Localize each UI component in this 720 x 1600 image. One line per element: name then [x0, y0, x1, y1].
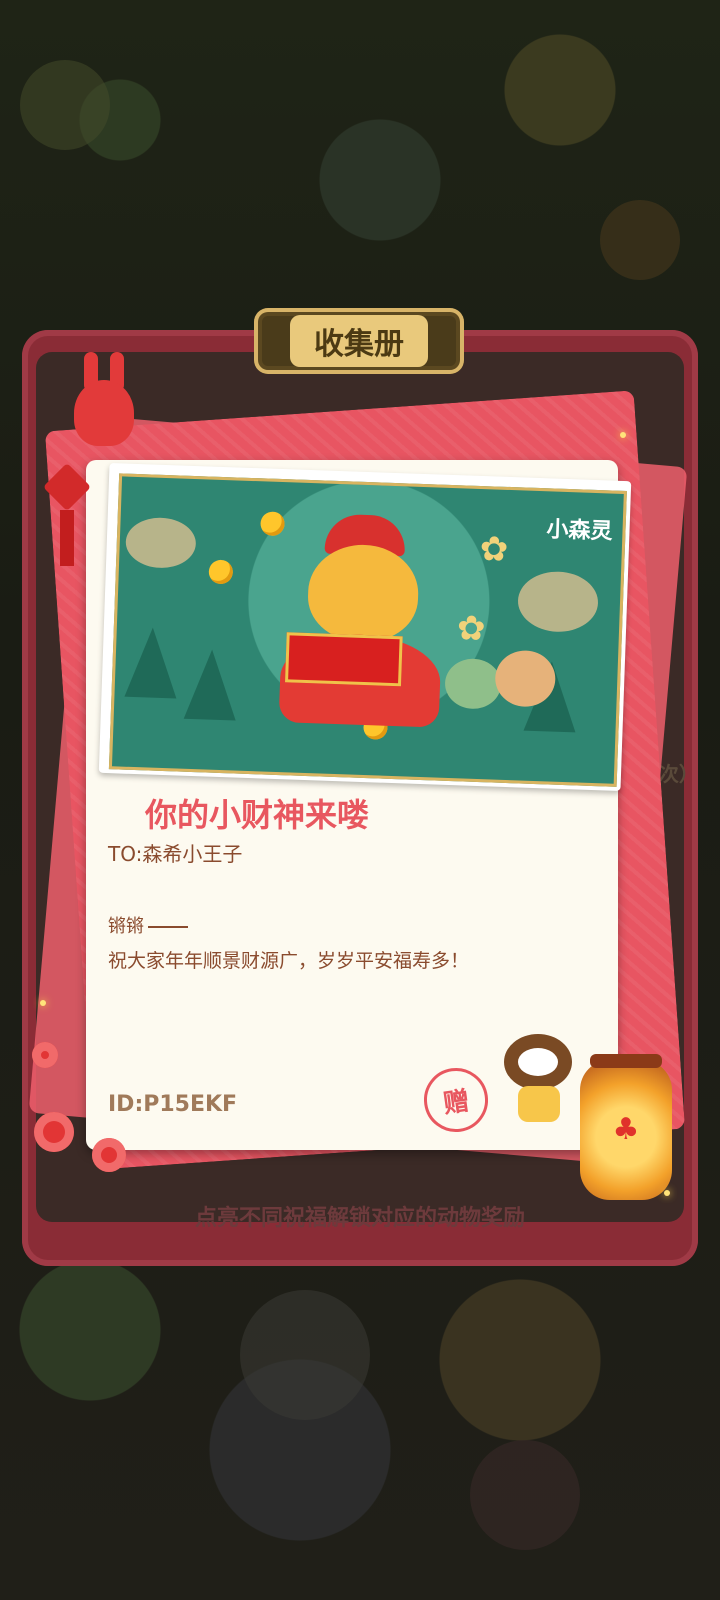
card-id: ID:P15EKF: [108, 1092, 238, 1117]
coin-icon: [208, 559, 234, 585]
card-sender: 锵锵: [108, 912, 188, 938]
card-recipient: TO:森希小王子: [108, 842, 243, 866]
knot-fringe: [60, 510, 74, 566]
hamster-shirt: [518, 1086, 560, 1122]
tree-shape: [124, 626, 179, 699]
flower-decoration: ✿: [479, 528, 509, 570]
sparkle: [620, 432, 626, 438]
knot-shape: [42, 462, 92, 512]
postcard-photo: ✿ ✿ 小森灵: [98, 462, 632, 792]
cloud-shape: [124, 516, 197, 570]
lantern-symbol: ♣: [612, 1112, 640, 1147]
god-of-wealth-mascot: [306, 543, 420, 643]
bunny-body: [74, 380, 134, 446]
bg-decoration: [20, 60, 110, 150]
bg-decoration: [470, 1440, 580, 1550]
green-creature: [444, 657, 502, 710]
red-bunny-icon: [74, 352, 134, 448]
hamster-character-icon: [498, 1034, 578, 1134]
card-title: 你的小财神来喽: [145, 796, 370, 834]
hamster-head: [504, 1034, 572, 1090]
tree-shape: [183, 648, 239, 721]
plum-blossom-icon: [32, 1042, 58, 1068]
coin-icon: [260, 511, 285, 537]
lantern-cap: [590, 1054, 662, 1068]
album-title: 收集册: [290, 315, 428, 367]
lantern-icon: ♣: [580, 1054, 672, 1200]
album-hint-text: 点亮不同祝福解锁对应的动物奖励: [194, 1206, 525, 1231]
sparkle: [664, 1190, 670, 1196]
cloud-shape: [516, 570, 600, 634]
chinese-knot-icon: [42, 462, 92, 570]
card-message: 祝大家年年顺景财源广，岁岁平安福寿多！: [108, 950, 470, 972]
plum-blossom-icon: [34, 1112, 74, 1152]
red-scroll: [285, 632, 403, 687]
album-title-plate: 收集册: [254, 308, 464, 374]
flower-decoration: ✿: [456, 608, 487, 650]
photo-illustration: ✿ ✿ 小森灵: [108, 473, 627, 787]
bg-decoration: [600, 200, 680, 280]
plum-blossom-icon: [92, 1138, 126, 1172]
bg-decoration: [240, 1290, 370, 1420]
game-logo: 小森灵: [546, 517, 613, 545]
sparkle: [40, 1000, 46, 1006]
